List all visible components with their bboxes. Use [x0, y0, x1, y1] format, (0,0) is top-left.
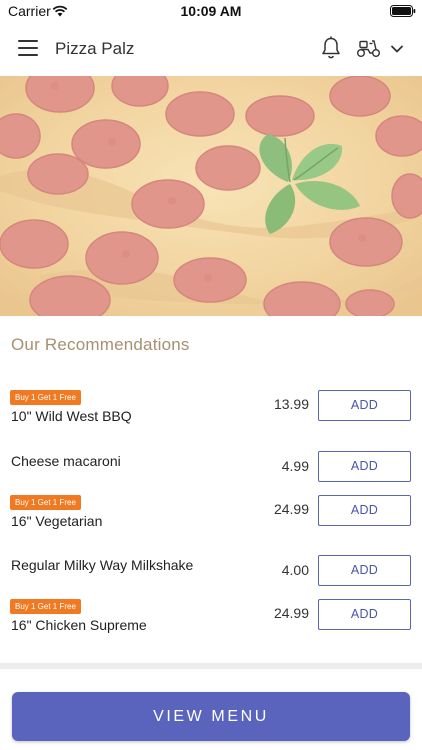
menu-icon[interactable] — [18, 40, 38, 56]
item-name: Regular Milky Way Milkshake — [11, 557, 194, 573]
section-title: Our Recommendations — [11, 335, 190, 354]
bell-icon[interactable] — [320, 36, 342, 65]
add-button[interactable]: ADD — [318, 451, 411, 482]
list-item: Buy 1 Get 1 Free 16" Vegetarian 24.99 AD… — [0, 495, 422, 539]
item-price: 13.99 — [273, 396, 309, 412]
scooter-icon[interactable] — [356, 37, 382, 64]
add-button[interactable]: ADD — [318, 495, 411, 526]
offer-badge: Buy 1 Get 1 Free — [10, 495, 81, 510]
item-name: 16" Vegetarian — [11, 513, 103, 529]
item-price: 4.00 — [281, 562, 309, 578]
list-item: Buy 1 Get 1 Free 10" Wild West BBQ 13.99… — [0, 390, 422, 434]
nav-bar: Pizza Palz — [0, 22, 422, 76]
list-item: Regular Milky Way Milkshake 4.00 ADD — [0, 555, 422, 599]
offer-badge: Buy 1 Get 1 Free — [10, 390, 81, 405]
battery-icon — [390, 4, 416, 22]
add-button[interactable]: ADD — [318, 390, 411, 421]
add-button[interactable]: ADD — [318, 599, 411, 630]
chevron-down-icon[interactable] — [390, 41, 404, 59]
hero-image — [0, 76, 422, 316]
page-title: Pizza Palz — [55, 39, 135, 58]
item-name: Cheese macaroni — [11, 453, 121, 469]
add-button[interactable]: ADD — [318, 555, 411, 586]
divider — [0, 663, 422, 669]
view-menu-button[interactable]: VIEW MENU — [12, 692, 410, 741]
status-bar: Carrier 10:09 AM — [0, 0, 422, 22]
item-price: 24.99 — [273, 501, 309, 517]
list-item: Cheese macaroni 4.99 ADD — [0, 451, 422, 495]
item-name: 16" Chicken Supreme — [11, 617, 147, 633]
item-name: 10" Wild West BBQ — [11, 408, 132, 424]
item-price: 4.99 — [281, 458, 309, 474]
list-item: Buy 1 Get 1 Free 16" Chicken Supreme 24.… — [0, 599, 422, 643]
status-time: 10:09 AM — [180, 3, 242, 19]
item-price: 24.99 — [273, 605, 309, 621]
offer-badge: Buy 1 Get 1 Free — [10, 599, 81, 614]
